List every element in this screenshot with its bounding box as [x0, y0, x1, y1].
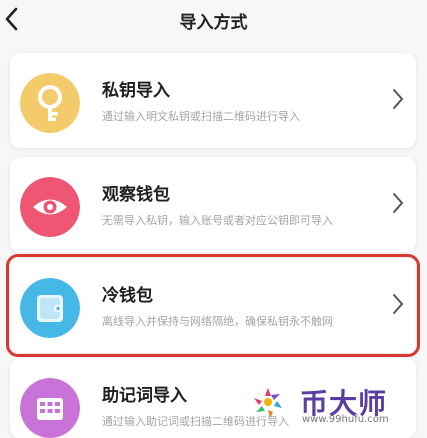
option-description: 通过输入明文私钥或扫描二维码进行导入	[102, 110, 300, 123]
option-description: 无需导入私钥，输入账号或者对应公钥即可导入	[102, 214, 333, 227]
mnemonic-grid-icon	[20, 378, 80, 438]
option-description: 离线导入并保持与网络隔绝，确保私钥永不触网	[102, 315, 333, 328]
key-icon	[20, 73, 80, 133]
chevron-right-icon	[393, 89, 404, 109]
chevron-right-icon	[393, 294, 404, 314]
chevron-right-icon	[393, 193, 404, 213]
eye-icon	[20, 177, 80, 237]
option-label: 观察钱包	[102, 185, 170, 205]
watermark-url: www.99hufu.com	[302, 414, 389, 425]
nav-bar: 导入方式	[0, 0, 427, 40]
page-title: 导入方式	[179, 13, 248, 33]
option-private-key[interactable]: 私钥导入 通过输入明文私钥或扫描二维码进行导入	[10, 53, 416, 148]
option-label: 私钥导入	[102, 81, 170, 101]
option-label: 助记词导入	[102, 386, 187, 406]
option-label: 冷钱包	[102, 286, 153, 306]
option-cold-wallet[interactable]: 冷钱包 离线导入并保持与网络隔绝，确保私钥永不触网	[6, 254, 420, 357]
option-watch-wallet[interactable]: 观察钱包 无需导入私钥，输入账号或者对应公钥即可导入	[10, 157, 416, 252]
cold-wallet-icon	[20, 278, 80, 338]
